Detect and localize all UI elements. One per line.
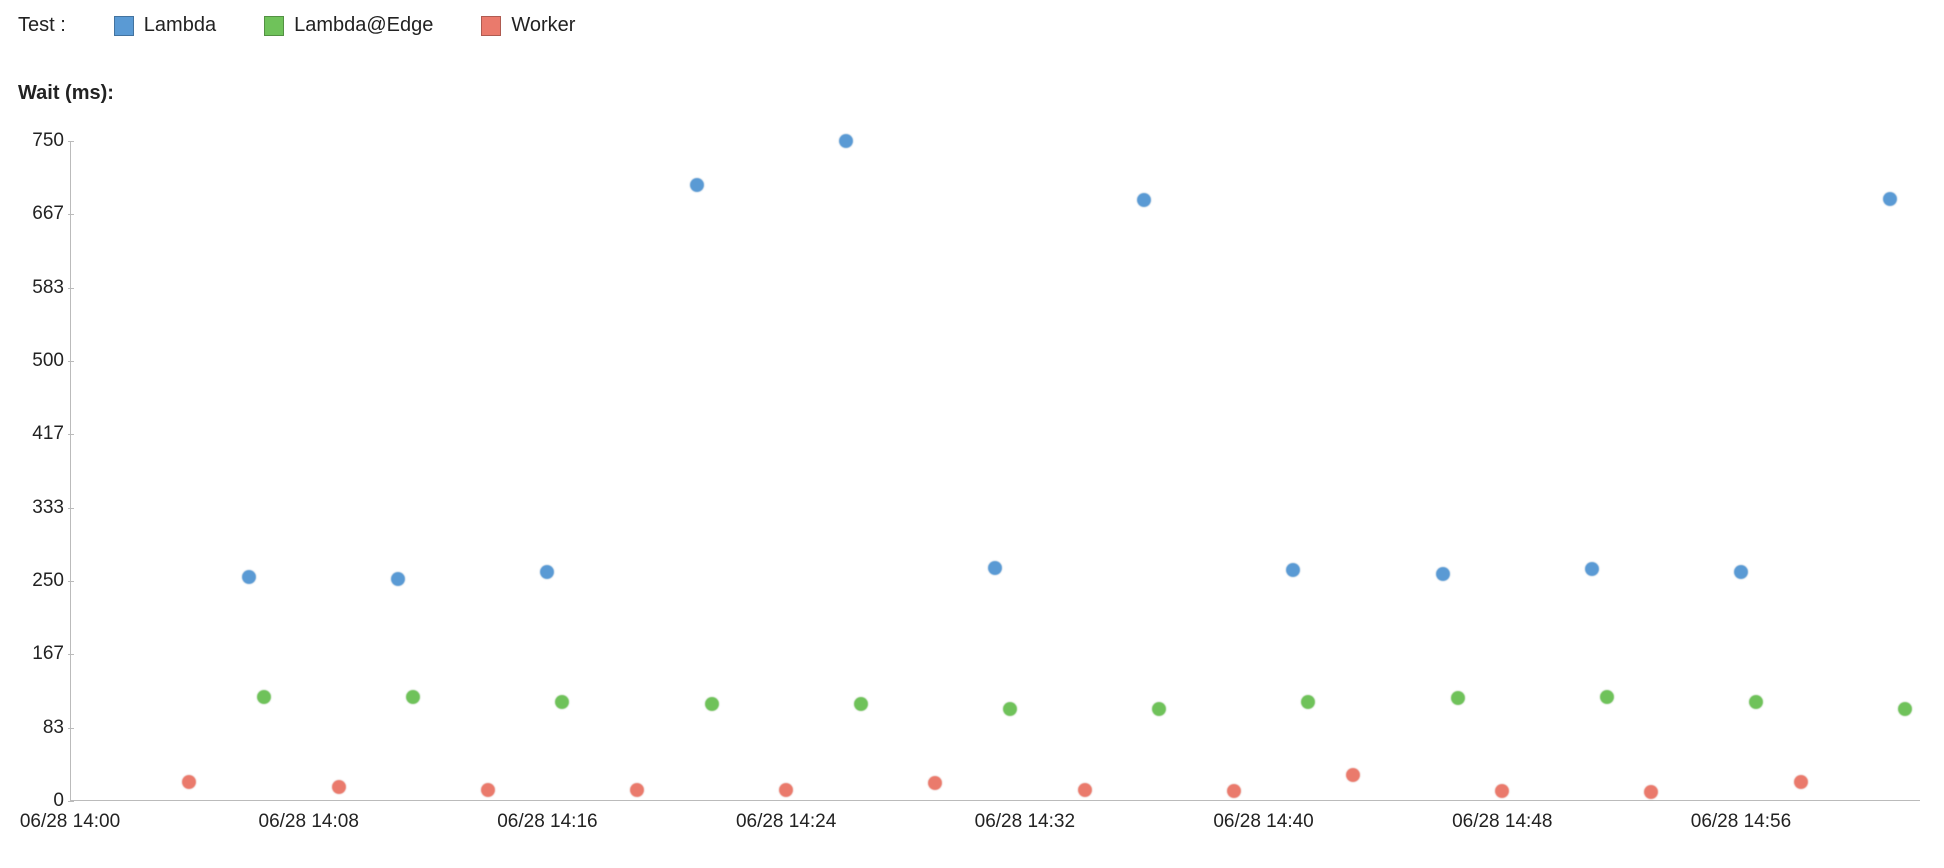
- data-point[interactable]: [182, 775, 196, 789]
- x-tick-label: 06/28 14:24: [736, 811, 836, 833]
- x-tick-label: 06/28 14:56: [1691, 811, 1791, 833]
- data-point[interactable]: [1286, 563, 1300, 577]
- y-tick-label: 0: [18, 790, 64, 812]
- data-point[interactable]: [988, 561, 1002, 575]
- data-point[interactable]: [1898, 702, 1912, 716]
- x-tick-label: 06/28 14:32: [975, 811, 1075, 833]
- data-point[interactable]: [1451, 691, 1465, 705]
- data-point[interactable]: [1644, 785, 1658, 799]
- y-tick-label: 167: [18, 643, 64, 665]
- data-point[interactable]: [1585, 562, 1599, 576]
- data-point[interactable]: [1600, 690, 1614, 704]
- x-tick-label: 06/28 14:40: [1213, 811, 1313, 833]
- legend-prefix: Test :: [18, 14, 66, 37]
- data-point[interactable]: [1137, 193, 1151, 207]
- data-point[interactable]: [705, 697, 719, 711]
- x-tick-label: 06/28 14:48: [1452, 811, 1552, 833]
- data-point[interactable]: [1346, 768, 1360, 782]
- data-point[interactable]: [1749, 695, 1763, 709]
- data-point[interactable]: [242, 570, 256, 584]
- data-point[interactable]: [1436, 567, 1450, 581]
- data-point[interactable]: [1078, 783, 1092, 797]
- y-tick-label: 83: [18, 717, 64, 739]
- data-point[interactable]: [854, 697, 868, 711]
- chart-title: Wait (ms):: [18, 82, 114, 105]
- legend-swatch: [481, 16, 501, 36]
- data-point[interactable]: [779, 783, 793, 797]
- y-tick-label: 250: [18, 570, 64, 592]
- legend-item-lambda-edge[interactable]: Lambda@Edge: [264, 14, 433, 37]
- x-tick-label: 06/28 14:00: [20, 811, 120, 833]
- data-point[interactable]: [1227, 784, 1241, 798]
- data-point[interactable]: [391, 572, 405, 586]
- plot-area: 08316725033341750058366775006/28 14:0006…: [70, 125, 1920, 801]
- data-point[interactable]: [1152, 702, 1166, 716]
- legend-swatch: [264, 16, 284, 36]
- y-axis: [70, 141, 71, 801]
- data-point[interactable]: [1734, 565, 1748, 579]
- chart-container: Test : Lambda Lambda@Edge Worker Wait (m…: [0, 0, 1944, 868]
- legend: Test : Lambda Lambda@Edge Worker: [18, 14, 575, 37]
- data-point[interactable]: [839, 134, 853, 148]
- data-point[interactable]: [1794, 775, 1808, 789]
- data-point[interactable]: [540, 565, 554, 579]
- x-tick-label: 06/28 14:08: [259, 811, 359, 833]
- legend-item-worker[interactable]: Worker: [481, 14, 575, 37]
- legend-label: Worker: [511, 14, 575, 37]
- data-point[interactable]: [1003, 702, 1017, 716]
- data-point[interactable]: [481, 783, 495, 797]
- x-tick-label: 06/28 14:16: [497, 811, 597, 833]
- y-tick-label: 417: [18, 423, 64, 445]
- y-tick-label: 750: [18, 130, 64, 152]
- legend-item-lambda[interactable]: Lambda: [114, 14, 216, 37]
- data-point[interactable]: [1883, 192, 1897, 206]
- legend-label: Lambda@Edge: [294, 14, 433, 37]
- legend-swatch: [114, 16, 134, 36]
- x-axis: [70, 800, 1920, 801]
- data-point[interactable]: [690, 178, 704, 192]
- y-tick-label: 333: [18, 497, 64, 519]
- y-tick-label: 667: [18, 203, 64, 225]
- data-point[interactable]: [630, 783, 644, 797]
- data-point[interactable]: [555, 695, 569, 709]
- data-point[interactable]: [332, 780, 346, 794]
- y-tick-label: 583: [18, 277, 64, 299]
- legend-label: Lambda: [144, 14, 216, 37]
- y-tick-label: 500: [18, 350, 64, 372]
- data-point[interactable]: [257, 690, 271, 704]
- data-point[interactable]: [1301, 695, 1315, 709]
- data-point[interactable]: [928, 776, 942, 790]
- data-point[interactable]: [1495, 784, 1509, 798]
- data-point[interactable]: [406, 690, 420, 704]
